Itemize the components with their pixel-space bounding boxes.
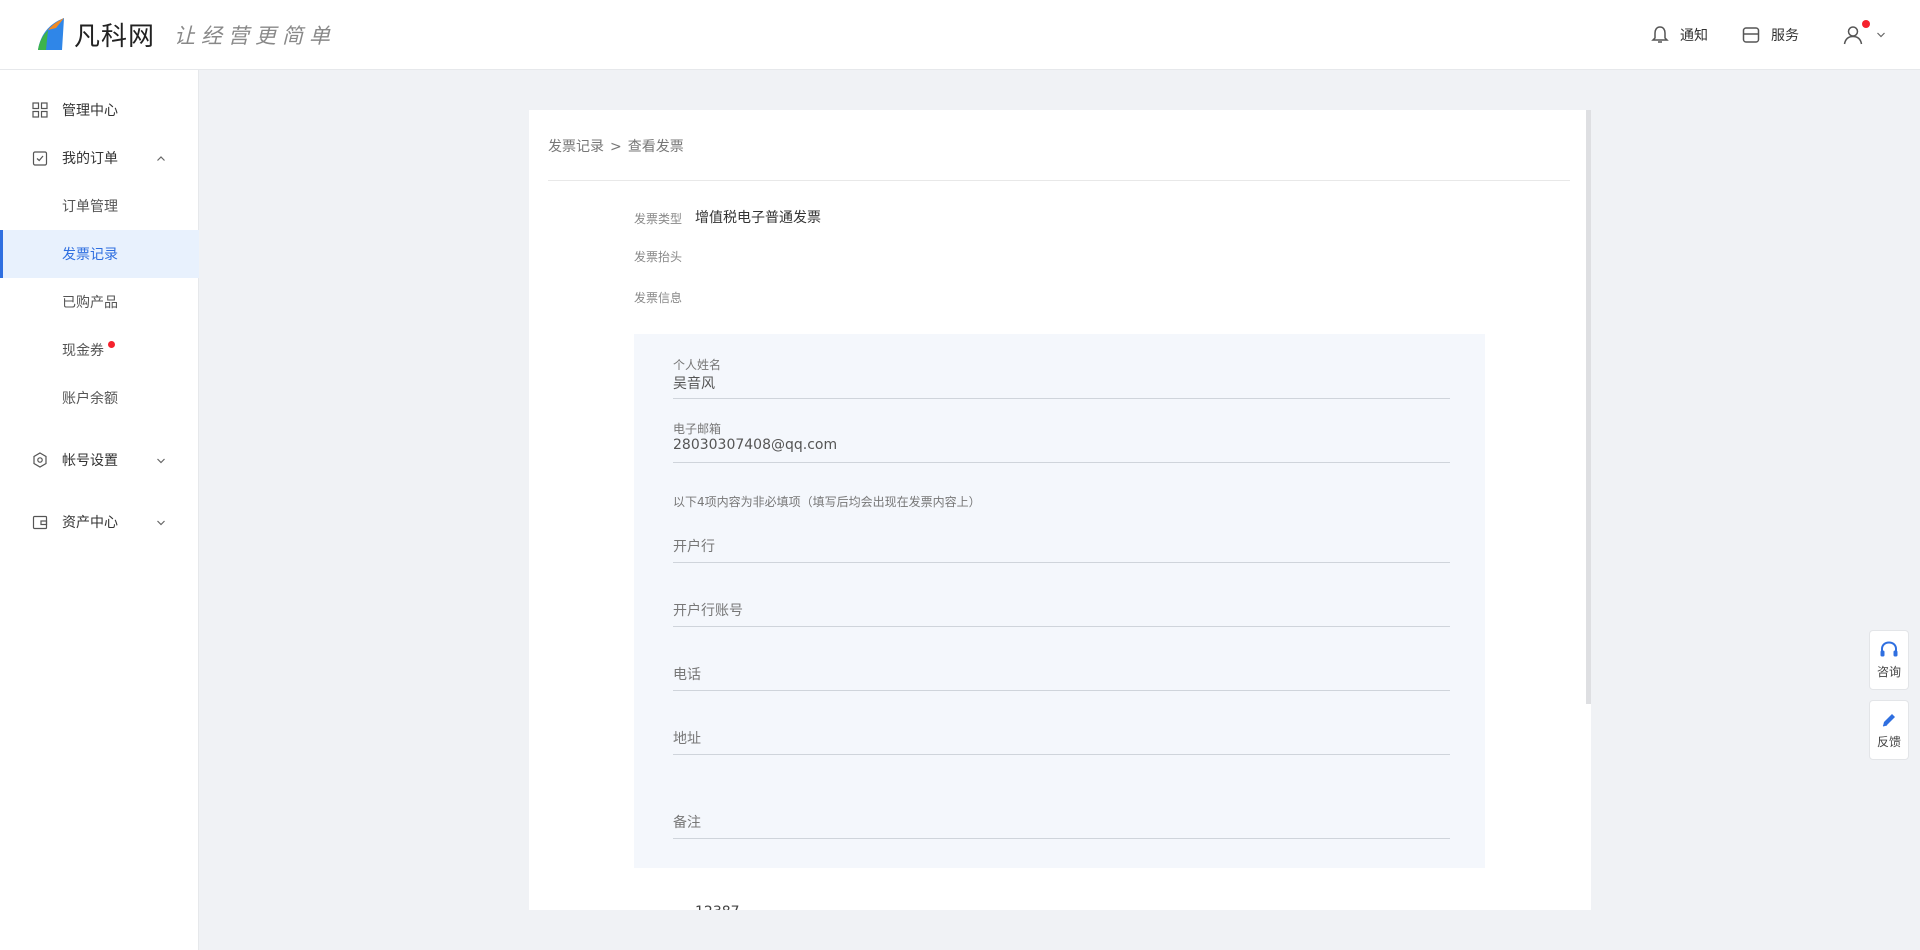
feedback-button[interactable]: 反馈 <box>1869 700 1909 760</box>
coupon-badge <box>108 341 115 348</box>
address-field: 地址 <box>673 728 1450 755</box>
chevron-down-icon <box>157 520 165 526</box>
logo-text: 凡科网 <box>74 21 156 52</box>
slogan: 让经营更简单 <box>174 24 336 48</box>
sidebar-item-account-settings[interactable]: 帐号设置 <box>0 436 199 484</box>
logo[interactable]: 凡科网 <box>34 16 155 52</box>
user-menu[interactable] <box>1842 20 1886 48</box>
bank-account-field: 开户行账号 <box>673 600 1450 627</box>
headset-icon <box>1880 640 1898 656</box>
sidebar-item-management-center[interactable]: 管理中心 <box>0 86 199 134</box>
card-scrollbar[interactable] <box>1586 110 1591 704</box>
address-field-label: 地址 <box>673 731 701 747</box>
bank-field: 开户行 <box>673 536 1450 563</box>
clipboard-check-icon <box>32 151 48 166</box>
service-label: 服务 <box>1771 28 1799 44</box>
sidebar-item-label: 已购产品 <box>62 295 118 311</box>
clipped-order-row: 12387 <box>529 896 1591 910</box>
optional-fields-note: 以下4项内容为非必填项（填写后均会出现在发票内容上） <box>673 495 981 509</box>
top-header: 凡科网 让经营更简单 通知 服务 <box>0 0 1920 70</box>
consult-label: 咨询 <box>1876 664 1901 679</box>
grid-icon <box>32 102 48 118</box>
wallet-icon <box>32 515 48 530</box>
chevron-down-icon <box>157 458 165 464</box>
email-field-label: 电子邮箱 <box>673 422 722 436</box>
bank-field-label: 开户行 <box>673 539 715 555</box>
logo-icon <box>38 18 64 50</box>
sidebar-item-label: 账户余额 <box>62 391 118 407</box>
invoice-type-value: 增值税电子普通发票 <box>695 210 821 226</box>
sidebar-item-order-management[interactable]: 订单管理 <box>0 182 199 230</box>
phone-field: 电话 <box>673 664 1450 691</box>
settings-icon <box>33 452 47 468</box>
sidebar-item-label: 管理中心 <box>62 103 118 119</box>
notify-button[interactable]: 通知 <box>1650 22 1708 48</box>
card-divider <box>548 180 1570 181</box>
sidebar-item-label: 订单管理 <box>62 199 118 215</box>
remark-field-label: 备注 <box>673 815 701 831</box>
sidebar-item-purchased-products[interactable]: 已购产品 <box>0 278 199 326</box>
sidebar-item-account-balance[interactable]: 账户余额 <box>0 374 199 422</box>
chevron-up-icon <box>157 156 165 161</box>
breadcrumb: 发票记录 > 查看发票 <box>548 136 684 156</box>
feedback-label: 反馈 <box>1876 734 1901 749</box>
pencil-icon <box>1882 713 1895 726</box>
notify-label: 通知 <box>1680 28 1708 44</box>
breadcrumb-parent-link[interactable]: 发票记录 <box>548 139 604 155</box>
bank-account-field-label: 开户行账号 <box>673 603 743 619</box>
chevron-down-icon <box>1877 32 1885 38</box>
breadcrumb-current: 查看发票 <box>627 139 684 155</box>
consult-button[interactable]: 咨询 <box>1869 630 1909 690</box>
sidebar-item-label: 资产中心 <box>62 515 118 531</box>
sidebar-item-asset-center[interactable]: 资产中心 <box>0 498 199 546</box>
email-field: 电子邮箱 28030307408@qq.com <box>673 420 1450 463</box>
sidebar-item-label: 帐号设置 <box>62 453 118 469</box>
invoice-info-label: 发票信息 <box>634 291 683 305</box>
remark-field: 备注 <box>673 812 1450 839</box>
sidebar-item-invoice-records[interactable]: 发票记录 <box>0 230 199 278</box>
name-field: 个人姓名 吴音风 <box>673 356 1450 399</box>
user-badge <box>1862 20 1870 28</box>
email-field-value: 28030307408@qq.com <box>673 437 838 453</box>
sidebar-item-cash-coupons[interactable]: 现金券 <box>0 326 199 374</box>
phone-field-label: 电话 <box>673 667 701 683</box>
invoice-title-label: 发票抬头 <box>634 250 683 264</box>
name-field-value: 吴音风 <box>673 376 715 392</box>
service-button[interactable]: 服务 <box>1741 22 1799 48</box>
sidebar-item-label: 发票记录 <box>62 247 118 263</box>
sidebar-item-label: 现金券 <box>62 343 104 359</box>
bell-icon <box>1651 26 1669 43</box>
sidebar-item-label: 我的订单 <box>62 151 118 167</box>
order-number-value: 12387 <box>695 904 740 910</box>
sidebar: 管理中心 我的订单 订单管理 发票记录 已购产品 现金券 账户余额 帐号设置 资… <box>0 70 199 950</box>
invoice-type-label: 发票类型 <box>634 212 683 226</box>
service-icon <box>1742 27 1760 43</box>
user-icon <box>1843 26 1863 45</box>
name-field-label: 个人姓名 <box>673 358 722 372</box>
breadcrumb-separator: > <box>610 139 622 155</box>
sidebar-item-my-orders[interactable]: 我的订单 <box>0 134 199 182</box>
